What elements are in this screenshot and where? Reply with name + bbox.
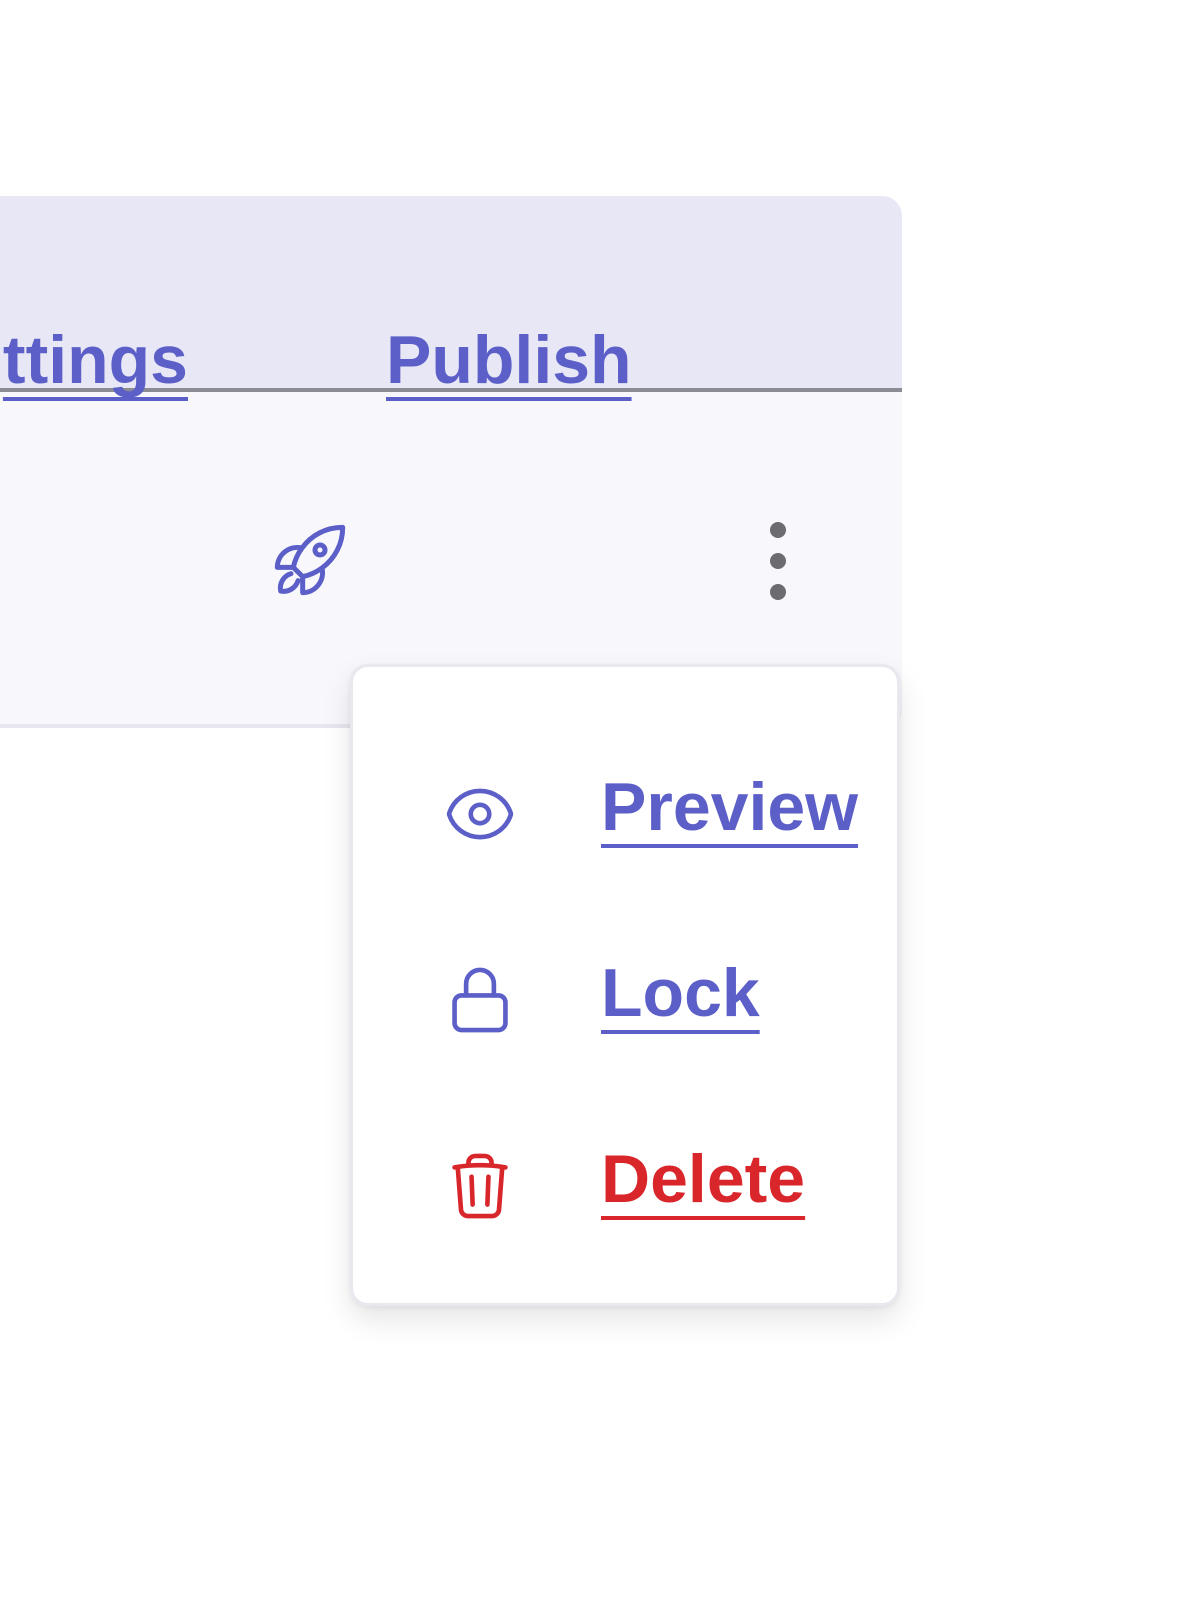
- eye-icon: [446, 788, 514, 840]
- publish-button[interactable]: Publish: [386, 326, 632, 394]
- more-vertical-icon[interactable]: [758, 518, 798, 604]
- menu-item-lock[interactable]: Lock: [443, 955, 863, 1045]
- lock-icon: [452, 967, 508, 1033]
- settings-link[interactable]: ttings: [3, 326, 188, 394]
- rocket-icon: [274, 524, 346, 596]
- trash-icon: [452, 1153, 508, 1219]
- menu-item-label: Delete: [601, 1141, 806, 1217]
- page: ttings Publish Preview Lock Delete: [0, 0, 1200, 1600]
- editor-card: [0, 196, 902, 728]
- menu-item-label: Lock: [601, 955, 760, 1031]
- menu-item-preview[interactable]: Preview: [443, 769, 863, 859]
- menu-item-delete[interactable]: Delete: [443, 1141, 863, 1231]
- actions-dropdown-menu: Preview Lock Delete: [350, 664, 900, 1306]
- menu-item-label: Preview: [601, 769, 859, 845]
